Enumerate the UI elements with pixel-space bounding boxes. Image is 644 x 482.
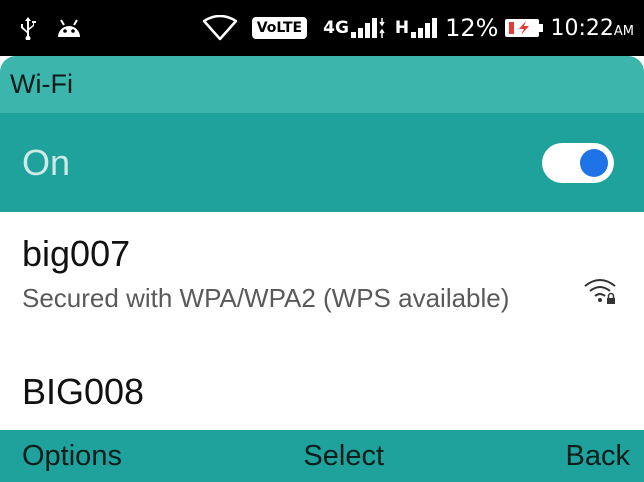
back-softkey[interactable]: Back — [566, 440, 630, 473]
wifi-outline-icon — [202, 15, 238, 41]
status-bar: VoLTE 4G H 12% 10:22AM — [0, 0, 644, 56]
network-h-label: H — [394, 18, 410, 38]
clock-suffix: AM — [613, 23, 634, 39]
network-h-indicator: H — [395, 16, 439, 40]
network-4g-label: 4G — [323, 18, 349, 38]
status-bar-left — [18, 16, 84, 40]
usb-icon — [18, 16, 38, 40]
wifi-locked-icon — [582, 276, 618, 310]
select-softkey[interactable]: Select — [303, 440, 384, 473]
network-item-big008[interactable]: BIG008 — [0, 368, 644, 414]
network-name: big007 — [22, 233, 131, 274]
network-list: big007 Secured with WPA/WPA2 (WPS availa… — [0, 212, 644, 430]
signal-bars-icon — [350, 18, 385, 38]
options-softkey[interactable]: Options — [22, 440, 122, 473]
volte-badge: VoLTE — [251, 17, 308, 39]
clock: 10:22AM — [550, 16, 634, 41]
battery-charging-icon — [504, 17, 544, 39]
network-name: BIG008 — [22, 371, 145, 412]
wifi-toggle-switch[interactable] — [542, 142, 614, 183]
battery-percent: 12% — [445, 14, 499, 42]
page-title: Wi-Fi — [10, 69, 73, 99]
wifi-toggle-row[interactable]: On — [0, 113, 644, 212]
clock-time: 10:22 — [550, 15, 614, 41]
wifi-toggle-knob — [580, 148, 608, 177]
status-bar-right: VoLTE 4G H 12% 10:22AM — [202, 14, 634, 42]
network-status: Secured with WPA/WPA2 (WPS available) — [22, 283, 510, 313]
wifi-header: Wi-Fi — [0, 56, 644, 113]
signal-bars-h-icon — [411, 18, 438, 38]
wifi-toggle-label: On — [22, 141, 71, 183]
android-icon — [54, 17, 84, 39]
network-item-big007[interactable]: big007 Secured with WPA/WPA2 (WPS availa… — [0, 212, 644, 368]
network-4g-indicator: 4G — [323, 16, 389, 40]
softkey-bar: Options Select Back — [0, 430, 644, 482]
